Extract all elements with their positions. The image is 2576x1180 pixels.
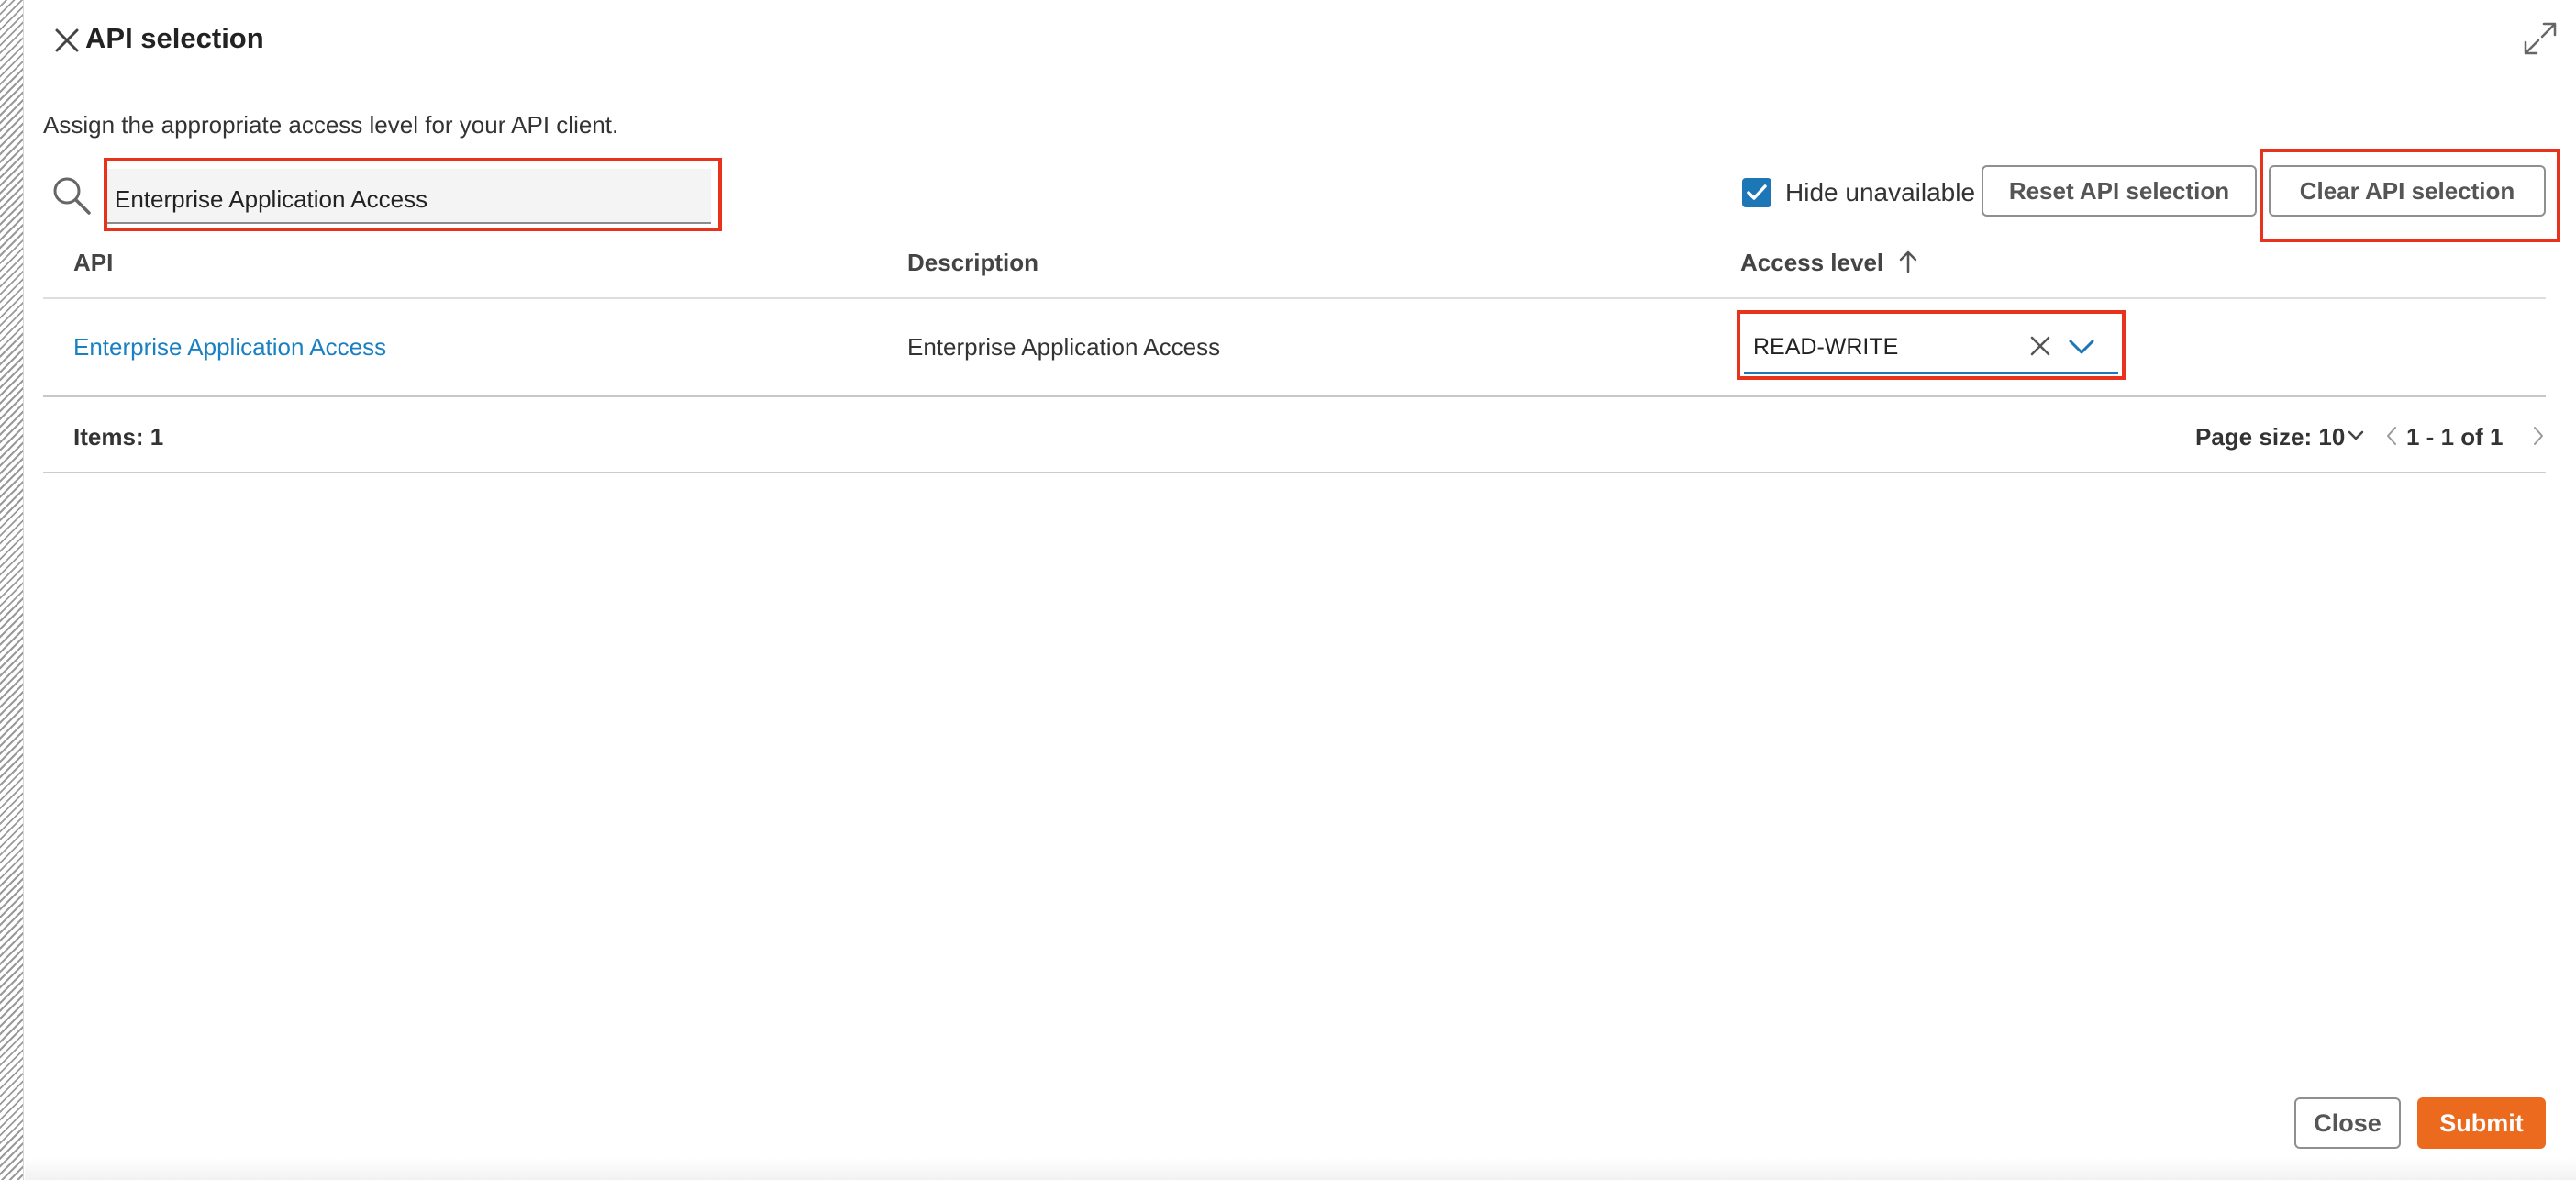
footer-divider — [43, 472, 2546, 473]
access-level-value[interactable]: READ-WRITE — [1753, 328, 1898, 365]
chevron-down-icon[interactable] — [2065, 334, 2098, 360]
search-icon — [53, 177, 91, 215]
close-button[interactable]: Close — [2294, 1097, 2401, 1149]
description-cell: Enterprise Application Access — [907, 333, 1221, 361]
page-subtitle: Assign the appropriate access level for … — [43, 111, 619, 139]
chevron-down-icon[interactable] — [2346, 428, 2366, 444]
sort-ascending-icon[interactable] — [1897, 250, 1919, 273]
previous-page-icon[interactable] — [2382, 424, 2401, 448]
column-header-api[interactable]: API — [73, 244, 113, 281]
close-icon[interactable] — [50, 24, 83, 57]
page-title: API selection — [85, 22, 264, 54]
pagination-range: 1 - 1 of 1 — [2406, 423, 2504, 451]
header-divider — [43, 297, 2546, 299]
next-page-icon[interactable] — [2529, 424, 2548, 448]
hatched-backdrop — [0, 0, 24, 1180]
expand-icon[interactable] — [2520, 18, 2560, 59]
bottom-edge — [25, 1158, 2576, 1180]
items-count: Items: 1 — [73, 423, 164, 451]
search-input[interactable] — [105, 169, 711, 224]
table-bottom-divider — [43, 395, 2546, 397]
api-link[interactable]: Enterprise Application Access — [73, 328, 386, 365]
hide-unavailable-label[interactable]: Hide unavailable — [1785, 174, 1975, 211]
hide-unavailable-checkbox[interactable] — [1742, 178, 1771, 207]
page-size-select[interactable]: Page size: 10 — [2195, 418, 2345, 455]
checkmark-icon — [1747, 184, 1767, 200]
api-selection-panel: API selection Assign the appropriate acc… — [25, 0, 2576, 1180]
clear-api-selection-button[interactable]: Clear API selection — [2269, 165, 2546, 217]
column-header-access-level[interactable]: Access level — [1740, 244, 1883, 281]
submit-button[interactable]: Submit — [2417, 1097, 2546, 1149]
column-header-description[interactable]: Description — [907, 244, 1038, 281]
clear-selection-icon[interactable] — [2026, 332, 2054, 360]
reset-api-selection-button[interactable]: Reset API selection — [1982, 165, 2257, 217]
